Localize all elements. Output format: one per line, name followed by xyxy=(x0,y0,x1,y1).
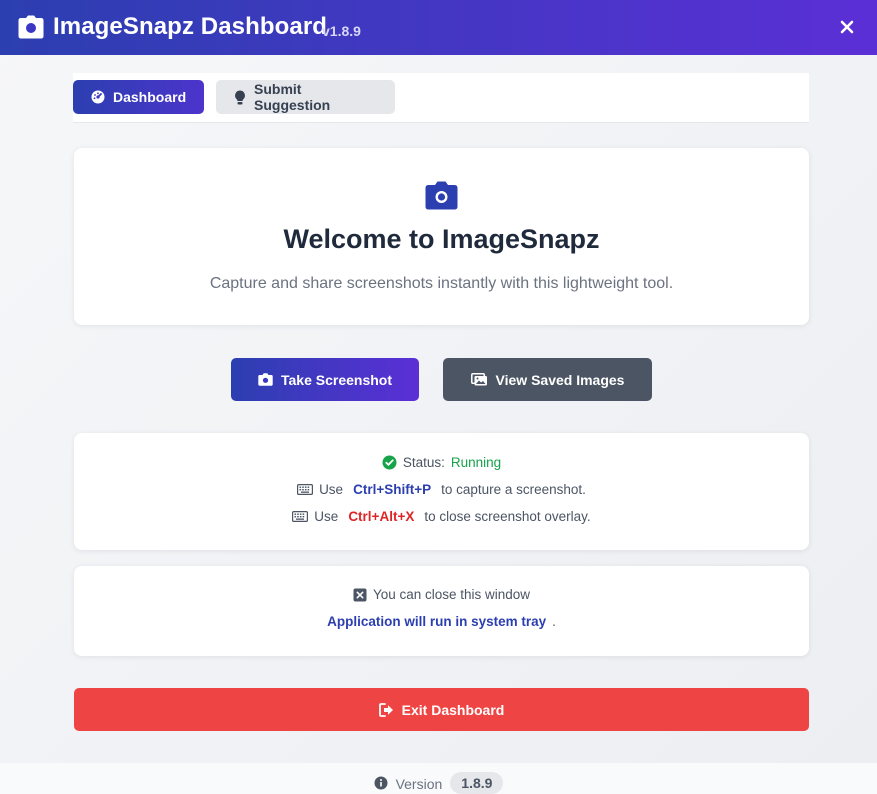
tray-line-1: You can close this window xyxy=(74,587,809,602)
info-icon xyxy=(374,776,388,790)
tab-dashboard[interactable]: Dashboard xyxy=(73,80,204,114)
check-circle-icon xyxy=(382,455,397,470)
status-row: Status: Running xyxy=(74,455,809,470)
tab-label: Dashboard xyxy=(113,89,187,105)
capture-shortcut-row: Use Ctrl+Shift+P to capture a screenshot… xyxy=(74,482,809,497)
close-prefix: Use xyxy=(314,509,339,524)
version-label: Version xyxy=(395,776,443,792)
exit-dashboard-label: Exit Dashboard xyxy=(401,701,505,718)
images-icon xyxy=(470,373,488,386)
tray-line-2: Application will run in system tray . xyxy=(74,614,809,629)
close-shortcut-row: Use Ctrl+Alt+X to close screenshot overl… xyxy=(74,509,809,524)
sign-out-icon xyxy=(378,702,394,717)
tray-line-2-text: Application will run in system tray xyxy=(327,614,547,629)
keyboard-icon xyxy=(297,484,314,495)
camera-icon xyxy=(18,15,44,39)
version-tag: v1.8.9 xyxy=(322,23,361,39)
tab-submit-suggestion[interactable]: Submit Suggestion xyxy=(216,80,395,114)
camera-icon xyxy=(425,181,458,210)
tray-line-2-suffix: . xyxy=(552,614,556,629)
close-shortcut: Ctrl+Alt+X xyxy=(348,509,415,524)
view-saved-images-label: View Saved Images xyxy=(495,371,625,388)
close-suffix: to close screenshot overlay. xyxy=(424,509,591,524)
view-saved-images-button[interactable]: View Saved Images xyxy=(443,358,652,401)
version-badge: 1.8.9 xyxy=(450,772,504,794)
window-title: ImageSnapz Dashboard xyxy=(53,13,328,40)
status-card: Status: Running Use Ctrl+Shift+P to capt… xyxy=(74,433,809,550)
close-icon[interactable] xyxy=(837,17,857,37)
capture-prefix: Use xyxy=(319,482,344,497)
welcome-heading: Welcome to ImageSnapz xyxy=(283,224,600,254)
welcome-card: Welcome to ImageSnapz Capture and share … xyxy=(74,148,809,325)
tab-bar: Dashboard Submit Suggestion xyxy=(73,73,809,123)
keyboard-icon xyxy=(292,511,309,522)
camera-icon xyxy=(258,373,273,386)
gauge-icon xyxy=(91,90,105,104)
footer: Version 1.8.9 xyxy=(0,763,877,794)
take-screenshot-label: Take Screenshot xyxy=(280,371,392,388)
capture-suffix: to capture a screenshot. xyxy=(441,482,586,497)
window-close-icon xyxy=(353,588,367,602)
exit-dashboard-button[interactable]: Exit Dashboard xyxy=(74,688,809,731)
take-screenshot-button[interactable]: Take Screenshot xyxy=(231,358,419,401)
status-value: Running xyxy=(450,455,502,470)
welcome-subtitle: Capture and share screenshots instantly … xyxy=(209,275,674,292)
lightbulb-icon xyxy=(234,90,246,105)
tab-label: Submit Suggestion xyxy=(254,81,331,113)
status-label: Status: xyxy=(402,455,445,470)
tray-info-card: You can close this window Application wi… xyxy=(74,566,809,656)
capture-shortcut: Ctrl+Shift+P xyxy=(353,482,432,497)
title-bar: ImageSnapz Dashboard v1.8.9 xyxy=(0,0,877,55)
tray-line-1-text: You can close this window xyxy=(372,587,531,602)
